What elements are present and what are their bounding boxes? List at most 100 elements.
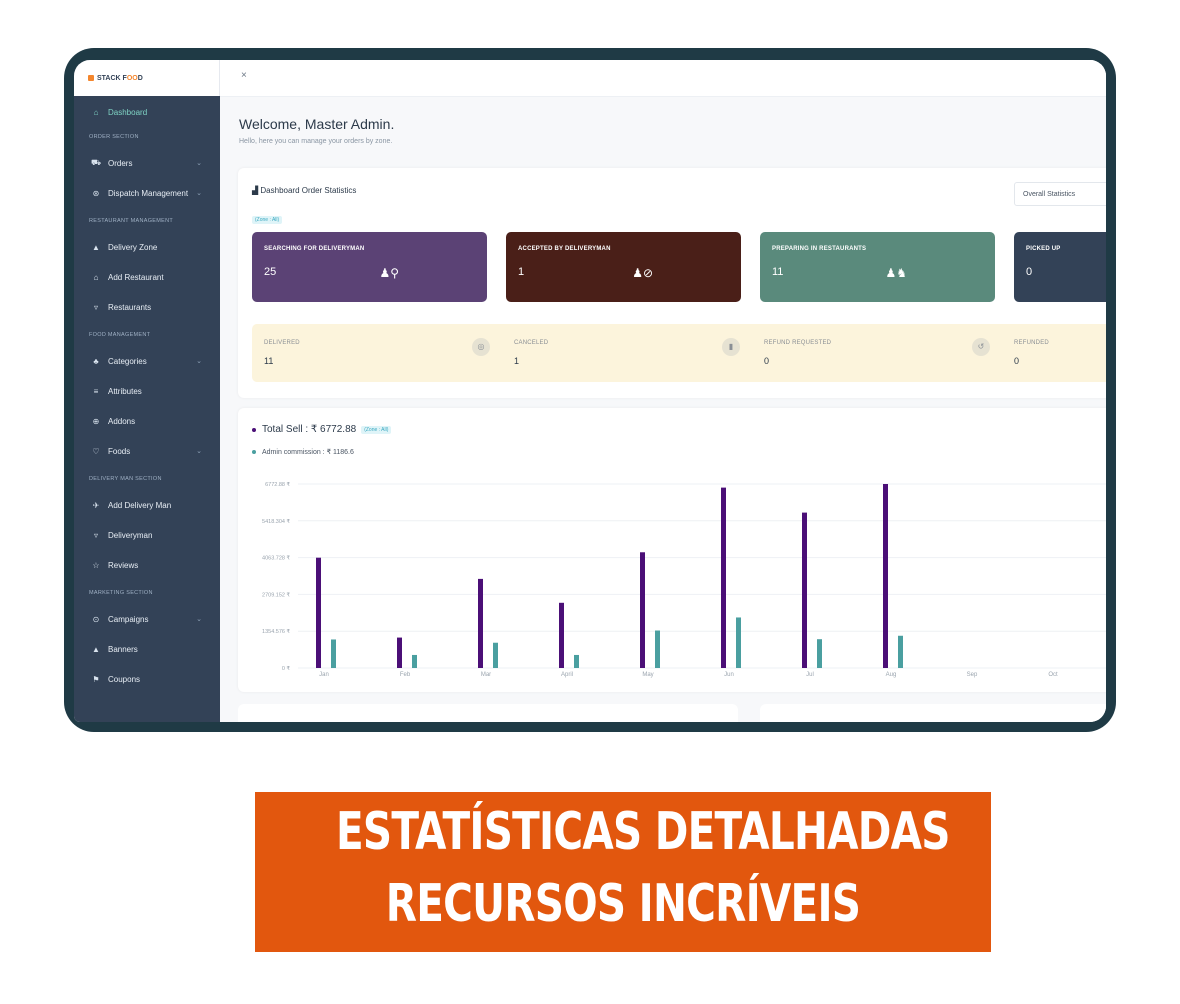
- bar-admin-commission: [331, 639, 336, 668]
- sidebar-item-coupons[interactable]: ⚑ Coupons: [74, 664, 220, 694]
- sidebar-item-label: Categories: [108, 356, 147, 366]
- coupon-icon: ⚑: [92, 674, 100, 684]
- runner-icon: ✈: [92, 500, 100, 510]
- page-title: Welcome, Master Admin.: [239, 116, 395, 132]
- status-value: 0: [1014, 356, 1020, 366]
- bar-admin-commission: [574, 654, 579, 668]
- stat-card-label: PICKED UP: [1026, 246, 1061, 252]
- sidebar-item-label: Add Delivery Man: [108, 500, 172, 510]
- bar-admin-commission: [898, 635, 903, 668]
- status-delivered[interactable]: DELIVERED 11 ◎: [252, 324, 502, 382]
- y-tick-label: 0 ₹: [282, 665, 291, 672]
- sidebar-item-dispatch[interactable]: ⊛ Dispatch Management ⌄: [74, 178, 220, 208]
- sidebar-item-label: Orders: [108, 158, 133, 168]
- status-value: 11: [264, 356, 274, 366]
- sidebar-item-attributes[interactable]: ≡ Attributes: [74, 376, 220, 406]
- sidebar-item-label: Reviews: [108, 560, 139, 570]
- bar-total-sell: [316, 557, 321, 668]
- bar-total-sell: [559, 602, 564, 668]
- y-tick-label: 5418.304 ₹: [262, 518, 290, 525]
- stat-card-value: 11: [772, 266, 784, 278]
- status-value: 0: [764, 356, 770, 366]
- x-tick-label: Aug: [886, 672, 897, 678]
- bottom-card-left: [238, 704, 738, 722]
- stat-card-searching[interactable]: SEARCHING FOR DELIVERYMAN 25 ♟⚲: [252, 232, 487, 302]
- status-label: REFUND REQUESTED: [764, 340, 832, 346]
- brand-name-part1: STACK F: [97, 74, 127, 82]
- x-tick-label: Oct: [1048, 672, 1058, 678]
- stat-card-label: PREPARING IN RESTAURANTS: [772, 246, 867, 252]
- stat-card-picked-up[interactable]: PICKED UP 0: [1014, 232, 1106, 302]
- bar-total-sell: [721, 487, 726, 668]
- dispatch-icon: ⊛: [92, 188, 100, 198]
- status-refunded[interactable]: REFUNDED 0: [1002, 324, 1106, 382]
- x-tick-label: Sep: [967, 672, 978, 678]
- sidebar-item-categories[interactable]: ♣ Categories ⌄: [74, 346, 220, 376]
- sidebar: STACK F OO D ⌂ Dashboard ORDER SECTION ⛟ Ord…: [74, 60, 220, 722]
- star-icon: ☆: [92, 560, 100, 570]
- x-tick-label: Jun: [724, 672, 734, 678]
- bar-admin-commission: [655, 630, 660, 668]
- banner-icon: ▲: [92, 644, 100, 654]
- sidebar-item-deliveryman[interactable]: ▿ Deliveryman: [74, 520, 220, 550]
- stat-card-label: ACCEPTED BY DELIVERYMAN: [518, 246, 611, 252]
- y-tick-label: 6772.88 ₹: [265, 481, 290, 488]
- banner-line-1: ESTATÍSTICAS DETALHADAS: [335, 802, 950, 862]
- sidebar-item-addons[interactable]: ⊕ Addons: [74, 406, 220, 436]
- chevron-down-icon: ⌄: [196, 616, 202, 623]
- sidebar-item-reviews[interactable]: ☆ Reviews: [74, 550, 220, 580]
- sidebar-item-foods[interactable]: ♡ Foods ⌄: [74, 436, 220, 466]
- section-delivery: DELIVERY MAN SECTION: [89, 476, 162, 482]
- y-tick-label: 4063.728 ₹: [262, 555, 290, 562]
- sidebar-item-label: Delivery Zone: [108, 242, 158, 252]
- bar-admin-commission: [817, 639, 822, 668]
- sidebar-item-label: Deliveryman: [108, 530, 153, 540]
- chevron-down-icon: ⌄: [196, 448, 202, 455]
- panel-title: ▟ Dashboard Order Statistics: [252, 186, 356, 195]
- status-refund-requested[interactable]: REFUND REQUESTED 0 ↺: [752, 324, 1002, 382]
- top-bar: ×: [220, 60, 1106, 97]
- sales-chart-panel: Total Sell : ₹ 6772.88 (Zone : All) Admi…: [238, 408, 1106, 692]
- banner-line-2: RECURSOS INCRÍVEIS: [385, 874, 861, 934]
- sidebar-item-delivery-zone[interactable]: ▲ Delivery Zone: [74, 232, 220, 262]
- promo-banner: ESTATÍSTICAS DETALHADAS RECURSOS INCRÍVE…: [255, 792, 991, 952]
- stat-card-value: 1: [518, 266, 525, 278]
- stat-card-accepted[interactable]: ACCEPTED BY DELIVERYMAN 1 ♟⊘: [506, 232, 741, 302]
- brand-logo[interactable]: STACK F OO D: [74, 60, 220, 96]
- sidebar-item-label: Add Restaurant: [108, 272, 164, 282]
- main-content: × Welcome, Master Admin. Hello, here you…: [220, 60, 1106, 722]
- x-tick-label: Jul: [806, 672, 814, 678]
- y-tick-label: 1354.576 ₹: [262, 628, 290, 635]
- chef-icon: ♟♞: [885, 266, 907, 280]
- sidebar-item-banners[interactable]: ▲ Banners: [74, 634, 220, 664]
- close-icon[interactable]: ×: [241, 70, 247, 81]
- sidebar-item-campaigns[interactable]: ⊙ Campaigns ⌄: [74, 604, 220, 634]
- x-tick-label: Feb: [400, 672, 411, 678]
- bar-total-sell: [883, 484, 888, 668]
- brand-name-accent: OO: [126, 74, 138, 82]
- chevron-down-icon: ⌄: [196, 160, 202, 167]
- order-status-strip: DELIVERED 11 ◎ CANCELED 1 ▮ REFUND REQUE…: [252, 324, 1106, 382]
- stat-card-preparing[interactable]: PREPARING IN RESTAURANTS 11 ♟♞: [760, 232, 995, 302]
- statistics-select[interactable]: Overall Statistics: [1014, 182, 1106, 206]
- sidebar-item-add-restaurant[interactable]: ⌂ Add Restaurant: [74, 262, 220, 292]
- sidebar-item-orders[interactable]: ⛟ Orders ⌄: [74, 148, 220, 178]
- sidebar-item-dashboard[interactable]: ⌂ Dashboard: [74, 100, 220, 124]
- sidebar-item-add-delivery-man[interactable]: ✈ Add Delivery Man: [74, 490, 220, 520]
- addon-icon: ⊕: [92, 416, 100, 426]
- bar-total-sell: [478, 578, 483, 668]
- sidebar-item-label: Addons: [108, 416, 136, 426]
- list-icon: ≡: [93, 386, 99, 396]
- sidebar-item-restaurants[interactable]: ▿ Restaurants: [74, 292, 220, 322]
- status-canceled[interactable]: CANCELED 1 ▮: [502, 324, 752, 382]
- x-tick-label: Mar: [481, 672, 491, 678]
- sidebar-item-label: Dashboard: [108, 107, 148, 117]
- bar-admin-commission: [493, 642, 498, 668]
- sidebar-item-label: Foods: [108, 446, 131, 456]
- status-label: REFUNDED: [1014, 340, 1049, 346]
- food-icon: ♡: [92, 446, 100, 456]
- chevron-down-icon: ⌄: [196, 190, 202, 197]
- status-value: 1: [514, 356, 520, 366]
- status-label: DELIVERED: [264, 340, 300, 346]
- sales-bar-chart: 0 ₹ 1354.576 ₹ 2709.152 ₹ 4063.728 ₹ 5418.30…: [262, 481, 1106, 678]
